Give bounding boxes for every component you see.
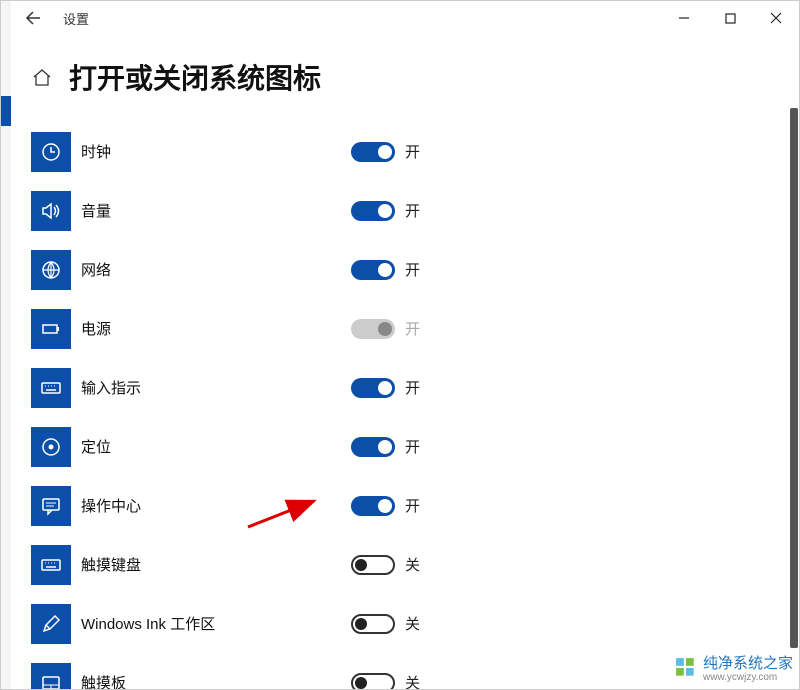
battery-icon xyxy=(40,318,62,340)
toggle-network[interactable] xyxy=(351,260,395,280)
setting-row-network: 网络 开 xyxy=(31,240,781,299)
setting-label: 输入指示 xyxy=(81,377,141,398)
icon-tile xyxy=(31,486,71,526)
titlebar: 设置 xyxy=(11,1,799,35)
toggle-power xyxy=(351,319,395,339)
setting-row-power: 电源 开 xyxy=(31,299,781,358)
window-caption-buttons xyxy=(661,1,799,35)
toggle-state-label: 开 xyxy=(405,436,420,457)
toggle-wrap: 开 xyxy=(351,377,481,398)
toggle-wrap: 关 xyxy=(351,672,481,689)
toggle-volume[interactable] xyxy=(351,201,395,221)
icon-tile xyxy=(31,368,71,408)
outer-left-strip xyxy=(1,1,11,689)
setting-row-location: 定位 开 xyxy=(31,417,781,476)
toggle-action-center[interactable] xyxy=(351,496,395,516)
setting-row-action-center: 操作中心 开 xyxy=(31,476,781,535)
scrollbar-thumb[interactable] xyxy=(790,108,798,648)
setting-row-input: 输入指示 开 xyxy=(31,358,781,417)
toggle-state-label: 开 xyxy=(405,318,420,339)
setting-row-volume: 音量 开 xyxy=(31,181,781,240)
setting-label: 定位 xyxy=(81,436,111,457)
setting-label: 触摸板 xyxy=(81,672,126,689)
setting-row-ink: Windows Ink 工作区 关 xyxy=(31,594,781,653)
setting-row-touch-kbd: 触摸键盘 关 xyxy=(31,535,781,594)
toggle-input[interactable] xyxy=(351,378,395,398)
setting-row-clock: 时钟 开 xyxy=(31,122,781,181)
maximize-icon xyxy=(725,13,736,24)
setting-label: 操作中心 xyxy=(81,495,141,516)
setting-row-touchpad: 触摸板 关 xyxy=(31,653,781,689)
icon-tile xyxy=(31,545,71,585)
toggle-touchpad[interactable] xyxy=(351,673,395,690)
outer-left-highlight xyxy=(1,96,11,126)
toggle-location[interactable] xyxy=(351,437,395,457)
back-arrow-icon xyxy=(25,10,41,26)
keyboard-icon xyxy=(40,554,62,576)
globe-icon xyxy=(40,259,62,281)
settings-window: 设置 打开或关闭系统图标 时钟开音量开网络开电源开输入指示开定位开操作中心开触摸… xyxy=(11,1,799,689)
touchpad-icon xyxy=(40,672,62,690)
target-icon xyxy=(40,436,62,458)
setting-label: 时钟 xyxy=(81,141,111,162)
icon-tile xyxy=(31,663,71,690)
toggle-state-label: 开 xyxy=(405,141,420,162)
chat-icon xyxy=(40,495,62,517)
toggle-state-label: 关 xyxy=(405,613,420,634)
back-button[interactable] xyxy=(11,1,55,35)
minimize-icon xyxy=(678,12,690,24)
keyboard-icon xyxy=(40,377,62,399)
toggle-wrap: 开 xyxy=(351,318,481,339)
home-icon xyxy=(32,67,52,87)
setting-label: 电源 xyxy=(81,318,111,339)
icon-tile xyxy=(31,250,71,290)
watermark-url: www.ycwjzy.com xyxy=(703,673,793,683)
setting-label: 音量 xyxy=(81,200,111,221)
system-icons-list: 时钟开音量开网络开电源开输入指示开定位开操作中心开触摸键盘关Windows In… xyxy=(11,106,799,689)
icon-tile xyxy=(31,427,71,467)
minimize-button[interactable] xyxy=(661,1,707,35)
icon-tile xyxy=(31,309,71,349)
clock-icon xyxy=(40,141,62,163)
close-icon xyxy=(770,12,782,24)
pen-icon xyxy=(40,613,62,635)
toggle-wrap: 开 xyxy=(351,436,481,457)
setting-label: 网络 xyxy=(81,259,111,280)
toggle-wrap: 开 xyxy=(351,141,481,162)
toggle-state-label: 开 xyxy=(405,495,420,516)
toggle-state-label: 关 xyxy=(405,672,420,689)
toggle-wrap: 开 xyxy=(351,495,481,516)
toggle-ink[interactable] xyxy=(351,614,395,634)
toggle-state-label: 关 xyxy=(405,554,420,575)
setting-label: Windows Ink 工作区 xyxy=(81,613,215,634)
volume-icon xyxy=(40,200,62,222)
toggle-state-label: 开 xyxy=(405,259,420,280)
toggle-touch-kbd[interactable] xyxy=(351,555,395,575)
page-header: 打开或关闭系统图标 xyxy=(11,35,799,113)
watermark: 纯净系统之家 www.ycwjzy.com xyxy=(675,652,793,683)
maximize-button[interactable] xyxy=(707,1,753,35)
home-button[interactable] xyxy=(31,66,53,88)
annotation-arrow xyxy=(244,491,324,531)
toggle-wrap: 开 xyxy=(351,200,481,221)
toggle-clock[interactable] xyxy=(351,142,395,162)
icon-tile xyxy=(31,191,71,231)
toggle-state-label: 开 xyxy=(405,377,420,398)
toggle-wrap: 开 xyxy=(351,259,481,280)
toggle-state-label: 开 xyxy=(405,200,420,221)
setting-label: 触摸键盘 xyxy=(81,554,141,575)
toggle-wrap: 关 xyxy=(351,613,481,634)
watermark-text: 纯净系统之家 xyxy=(703,655,793,672)
icon-tile xyxy=(31,604,71,644)
app-name: 设置 xyxy=(55,9,89,28)
watermark-logo-icon xyxy=(675,657,697,679)
page-title: 打开或关闭系统图标 xyxy=(69,57,321,97)
close-button[interactable] xyxy=(753,1,799,35)
toggle-wrap: 关 xyxy=(351,554,481,575)
icon-tile xyxy=(31,132,71,172)
scroll-area: 时钟开音量开网络开电源开输入指示开定位开操作中心开触摸键盘关Windows In… xyxy=(11,106,799,689)
